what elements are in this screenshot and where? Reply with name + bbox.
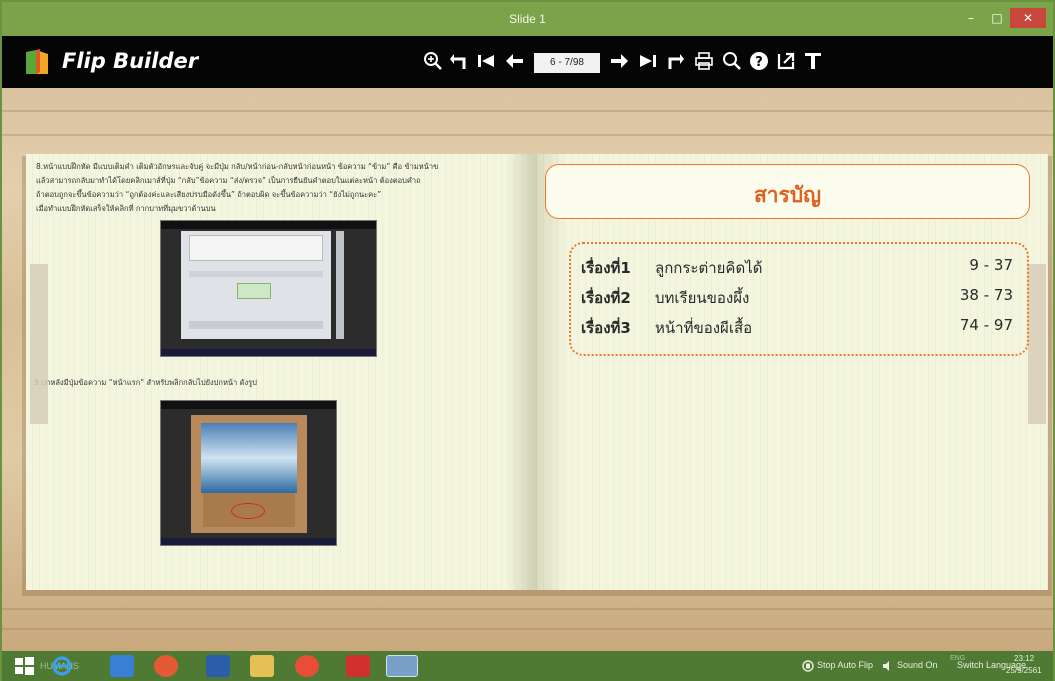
prev-page-icon[interactable]	[502, 50, 526, 74]
toc-row-1[interactable]: เรื่องที่1 ลูกกระต่ายคิดได้ 9 - 37	[571, 256, 1027, 278]
window-title: Slide 1	[509, 12, 546, 26]
minimize-button[interactable]: –	[958, 8, 984, 28]
app-window: Slide 1 – □ ✕ Flip Builder 6 - 7/98 ? 8.…	[0, 0, 1055, 681]
book-logo-icon	[26, 49, 48, 74]
language-code: ENG	[950, 655, 966, 662]
help-icon[interactable]: ?	[747, 50, 771, 74]
step8-line-4: เมื่อทำแบบฝึกหัดเสร็จให้คลิกที่ กากบาทที…	[36, 204, 216, 213]
toc-list: เรื่องที่1 ลูกกระต่ายคิดได้ 9 - 37 เรื่อ…	[569, 242, 1029, 356]
file-explorer-icon[interactable]	[250, 655, 274, 677]
back-cover-screenshot	[160, 400, 337, 546]
maximize-button[interactable]: □	[984, 8, 1010, 28]
right-page[interactable]	[537, 154, 1048, 590]
toc-header: สารบัญ	[545, 164, 1030, 219]
first-page-icon[interactable]	[474, 50, 498, 74]
book-stage: 8.หน้าแบบฝึกหัด มีแบบเติมคำ เติมตัวอักษร…	[2, 88, 1053, 651]
title-bar: Slide 1 – □ ✕	[2, 2, 1053, 36]
page-indicator-input[interactable]: 6 - 7/98	[534, 53, 600, 73]
left-page[interactable]: 8.หน้าแบบฝึกหัด มีแบบเติมคำ เติมตัวอักษร…	[26, 154, 537, 590]
print-icon[interactable]	[692, 50, 716, 74]
chrome-icon[interactable]	[295, 655, 319, 677]
start-tiles-icon[interactable]	[110, 655, 134, 677]
internet-explorer-icon[interactable]	[50, 655, 74, 677]
sound-icon	[883, 661, 889, 671]
step8-line-3: ถ้าตอบถูกจะขึ้นข้อความว่า “ถูกต้องค่ะและ…	[36, 190, 382, 199]
toc-row-num: เรื่องที่2	[581, 289, 631, 307]
search-icon[interactable]	[720, 50, 744, 74]
export-icon[interactable]	[774, 50, 798, 74]
left-page-edge[interactable]	[30, 264, 48, 424]
media-player-icon[interactable]	[346, 655, 370, 677]
forward-icon[interactable]	[663, 50, 687, 74]
toc-title: สารบัญ	[753, 183, 822, 207]
close-button[interactable]: ✕	[1010, 8, 1046, 28]
sound-toggle[interactable]: Sound On	[897, 660, 938, 670]
recorder-app-icon[interactable]	[154, 655, 178, 677]
toc-row-name: หน้าที่ของผีเสื้อ	[655, 319, 753, 337]
svg-text:?: ?	[755, 55, 763, 70]
taskbar: HUMANS Stop Auto Flip Sound On Switch La…	[2, 651, 1053, 681]
app-name: Flip Builder	[62, 49, 199, 73]
word-icon[interactable]	[206, 655, 230, 677]
last-page-icon[interactable]	[636, 50, 660, 74]
exercise-screenshot	[160, 220, 377, 357]
zoom-in-icon[interactable]	[421, 50, 445, 74]
next-page-icon[interactable]	[608, 50, 632, 74]
toc-row-pages: 38 - 73	[959, 286, 1013, 304]
auto-flip-icon	[802, 660, 814, 672]
toc-row-name: บทเรียนของผึ้ง	[655, 289, 750, 307]
toc-row-pages: 9 - 37	[969, 256, 1013, 274]
text-icon[interactable]	[801, 50, 825, 74]
back-icon[interactable]	[447, 50, 471, 74]
toc-row-name: ลูกกระต่ายคิดได้	[655, 259, 763, 277]
auto-flip-toggle[interactable]: Stop Auto Flip	[817, 660, 873, 670]
clock-date: 25/9/2561	[1006, 666, 1042, 675]
step8-line-1: 8.หน้าแบบฝึกหัด มีแบบเติมคำ เติมตัวอักษร…	[36, 162, 439, 171]
viewer-toolbar: Flip Builder 6 - 7/98 ?	[2, 36, 1053, 88]
toc-row-2[interactable]: เรื่องที่2 บทเรียนของผึ้ง 38 - 73	[571, 286, 1027, 308]
toc-row-num: เรื่องที่1	[581, 259, 631, 277]
toc-row-num: เรื่องที่3	[581, 319, 631, 337]
step9-text: 9.ปกหลังมีปุ่มข้อความ “หน้าแรก” สำหรับพล…	[34, 378, 257, 387]
step8-line-2: แล้วสามารถกลับมาทำได้โดยคลิกเมาส์ที่ปุ่ม…	[36, 176, 421, 185]
book-spine	[507, 154, 567, 590]
toc-row-3[interactable]: เรื่องที่3 หน้าที่ของผีเสื้อ 74 - 97	[571, 316, 1027, 338]
flipbook-app-icon[interactable]	[386, 655, 418, 677]
right-page-edge[interactable]	[1028, 264, 1046, 424]
windows-start-icon[interactable]	[12, 655, 36, 677]
clock-time: 23:12	[1014, 654, 1035, 663]
toc-row-pages: 74 - 97	[959, 316, 1013, 334]
